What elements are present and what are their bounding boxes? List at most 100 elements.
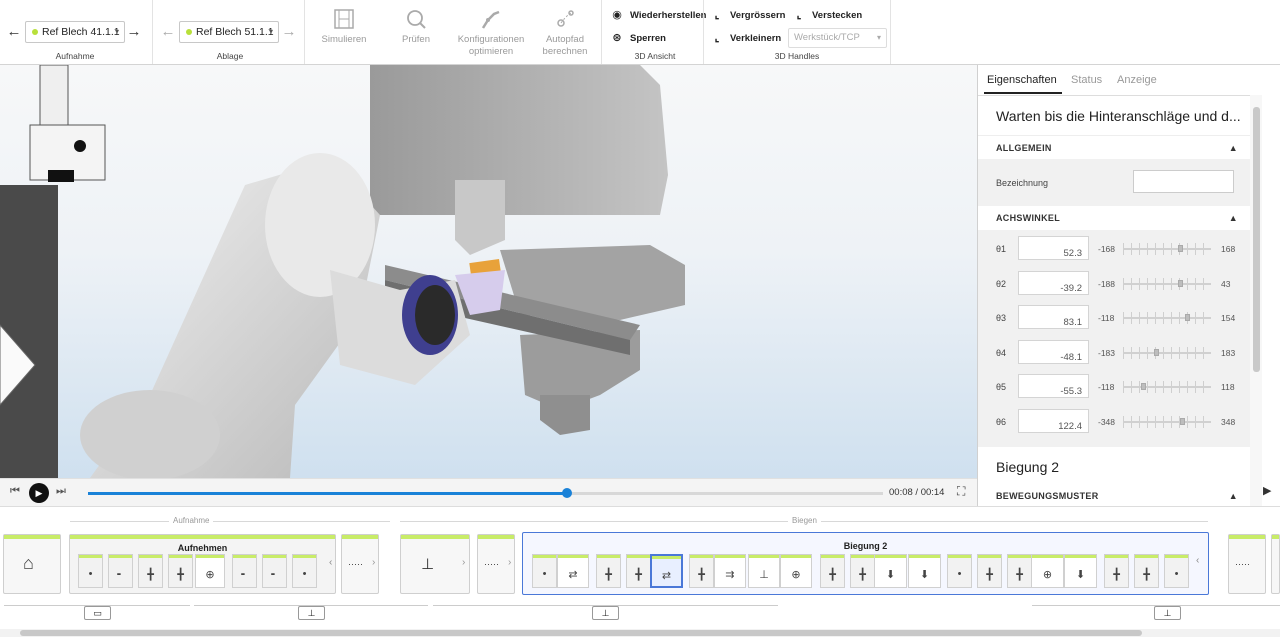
regrip-icon: ⇄: [661, 570, 672, 582]
rotate-step[interactable]: ⊕: [780, 554, 812, 588]
bend-step-card[interactable]: ⊥ ›: [400, 534, 470, 594]
verstecken-button[interactable]: ⌞ Verstecken: [792, 8, 862, 23]
press-step[interactable]: ⬇: [1064, 554, 1097, 588]
back-arrow-icon[interactable]: ←: [160, 24, 176, 40]
axis-value-input[interactable]: -48.1: [1018, 339, 1089, 364]
axis-slider[interactable]: [1123, 282, 1211, 285]
approach-icon: ╸: [117, 569, 124, 581]
axis-slider-thumb[interactable]: [1177, 279, 1183, 287]
axis-slider[interactable]: [1123, 351, 1211, 354]
axis-slider[interactable]: [1123, 386, 1211, 388]
axis-max: 168: [1221, 244, 1236, 254]
push-step[interactable]: ⇉: [714, 554, 746, 588]
move-step[interactable]: ╋: [689, 554, 714, 588]
axis-value-input[interactable]: -55.3: [1018, 374, 1089, 398]
progress-thumb[interactable]: [561, 488, 572, 498]
bend-tag-icon[interactable]: ⊥: [298, 606, 325, 620]
fullscreen-icon[interactable]: ⛶: [957, 484, 965, 499]
move-step[interactable]: ╸: [262, 554, 287, 588]
konfigurationen-optimieren-button[interactable]: Konfigurationen optimieren: [452, 8, 530, 58]
release-step[interactable]: •: [292, 554, 317, 588]
axis-value-input[interactable]: 122.4: [1018, 408, 1089, 433]
move-step[interactable]: ╋: [168, 554, 193, 588]
simulieren-button[interactable]: Simulieren: [312, 8, 376, 46]
approach-step[interactable]: ╸: [108, 554, 133, 588]
gripper-tag-icon[interactable]: ▭: [84, 606, 111, 620]
skip-forward-icon[interactable]: ⏭: [56, 485, 66, 498]
back-arrow-icon[interactable]: ←: [6, 24, 22, 40]
bezeichnung-input[interactable]: [1133, 170, 1234, 193]
axis-slider-thumb[interactable]: [1180, 417, 1186, 425]
bend-step[interactable]: ⊥: [748, 554, 780, 588]
ablage-select[interactable]: Ref Blech 51.1.1 ▾: [179, 21, 279, 43]
section-allgemein[interactable]: ALLGEMEIN ▲: [978, 135, 1250, 159]
axis-value-input[interactable]: 83.1: [1018, 305, 1089, 329]
move-step[interactable]: ╸: [232, 554, 257, 588]
enlarge-icon: ⌞: [714, 9, 720, 21]
tab-anzeige[interactable]: Anzeige: [1117, 74, 1157, 86]
scrollbar[interactable]: [1250, 95, 1262, 506]
move-step[interactable]: ╋: [820, 554, 845, 588]
scrollbar-thumb[interactable]: [1253, 107, 1260, 372]
chevron-left-icon[interactable]: ‹: [329, 557, 332, 568]
axis-value-input[interactable]: -39.2: [1018, 270, 1089, 295]
regrip-step[interactable]: ⇄: [650, 554, 683, 588]
panel-expand-arrow-icon[interactable]: ▶: [1263, 484, 1271, 497]
wiederherstellen-button[interactable]: ◉ Wiederherstellen: [610, 8, 706, 23]
axis-slider-thumb[interactable]: [1178, 245, 1184, 252]
axis-value-input[interactable]: 52.3: [1018, 236, 1089, 260]
release-step[interactable]: •: [1164, 554, 1189, 588]
inspect-step[interactable]: ⊕: [195, 554, 225, 588]
move-step[interactable]: ╋: [626, 554, 651, 588]
next-card[interactable]: [1271, 534, 1280, 594]
more-card[interactable]: ····· ›: [477, 534, 515, 594]
axis-slider-thumb[interactable]: [1141, 383, 1147, 390]
aufnahme-select[interactable]: Ref Blech 41.1.1 ▾: [25, 21, 125, 43]
rotate-step[interactable]: ⊕: [1031, 554, 1064, 588]
tab-eigenschaften[interactable]: Eigenschaften: [987, 74, 1057, 86]
move-step[interactable]: ╋: [977, 554, 1002, 588]
move-step[interactable]: ╋: [1104, 554, 1129, 588]
pick-step[interactable]: •: [78, 554, 103, 588]
sperren-button[interactable]: ⊛ Sperren: [610, 31, 666, 46]
chevron-left-icon[interactable]: ‹: [1196, 555, 1199, 566]
skip-back-icon[interactable]: ⏮: [10, 485, 20, 498]
handles-select[interactable]: Werkstück/TCP ▾: [788, 28, 887, 48]
axis-slider[interactable]: [1123, 420, 1211, 423]
move-step[interactable]: ╋: [1134, 554, 1159, 588]
axis-slider-thumb[interactable]: [1154, 348, 1160, 356]
move-step[interactable]: ╋: [138, 554, 163, 588]
axis-slider[interactable]: [1123, 317, 1211, 319]
forward-arrow-icon[interactable]: →: [281, 24, 297, 40]
axis-slider-thumb[interactable]: [1185, 314, 1191, 321]
move-step[interactable]: ╋: [1007, 554, 1032, 588]
tab-status[interactable]: Status: [1071, 74, 1102, 86]
forward-arrow-icon[interactable]: →: [126, 24, 142, 40]
press-step[interactable]: ⬇: [908, 554, 941, 588]
3d-viewport[interactable]: [0, 65, 977, 478]
move-step[interactable]: ╋: [850, 554, 875, 588]
bend-tag-icon[interactable]: ⊥: [592, 606, 619, 620]
verkleinern-button[interactable]: ⌞ Verkleinern: [710, 31, 781, 46]
move-step[interactable]: ╋: [596, 554, 621, 588]
section-bewegungsmuster[interactable]: BEWEGUNGSMUSTER ▲: [978, 484, 1250, 506]
bend-tag-icon[interactable]: ⊥: [1154, 606, 1181, 620]
vergroessern-button[interactable]: ⌞ Vergrössern: [710, 8, 785, 23]
regrip-step[interactable]: ⇄: [557, 554, 589, 588]
timeline-scrollbar-thumb[interactable]: [20, 630, 1142, 636]
home-step-card[interactable]: ⌂: [3, 534, 61, 594]
progress-track[interactable]: [88, 488, 883, 498]
play-button[interactable]: ▶: [29, 483, 49, 503]
axis-slider[interactable]: [1123, 248, 1211, 250]
pick-step[interactable]: •: [532, 554, 557, 588]
more-card[interactable]: ·····: [1228, 534, 1266, 594]
section-achswinkel[interactable]: ACHSWINKEL ▲: [978, 206, 1250, 230]
wait-step[interactable]: •: [947, 554, 972, 588]
active-tab-indicator: [984, 92, 1062, 94]
timeline-scrollbar[interactable]: [0, 629, 1280, 637]
pruefen-button[interactable]: Prüfen: [386, 8, 446, 46]
autopfad-berechnen-button[interactable]: Autopfad berechnen: [537, 8, 593, 58]
more-card[interactable]: ····· ›: [341, 534, 379, 594]
chevron-right-icon: ›: [372, 557, 376, 568]
press-step[interactable]: ⬇: [874, 554, 907, 588]
